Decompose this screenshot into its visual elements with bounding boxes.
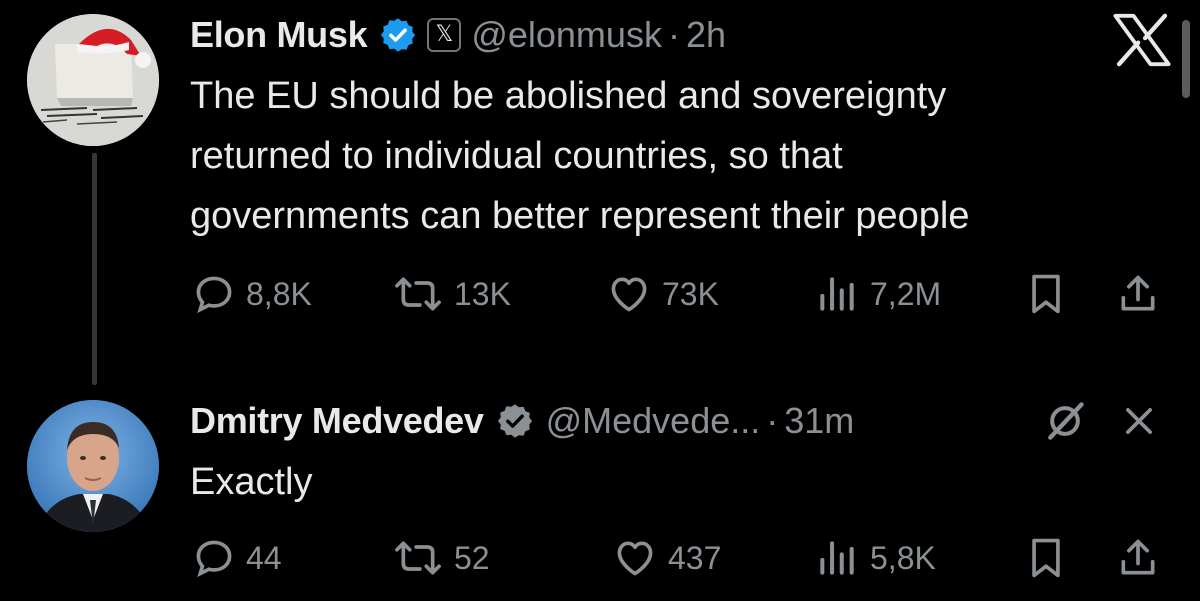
reply-icon — [196, 540, 232, 578]
grok-icon — [1048, 402, 1084, 440]
affiliate-x-badge: 𝕏 — [427, 18, 462, 52]
tweet-text-line: returned to individual countries, so tha… — [190, 135, 843, 177]
views-button[interactable]: 5,8K — [814, 536, 936, 580]
reply-button[interactable]: 8,8K — [192, 272, 312, 316]
views-count: 5,8K — [870, 539, 936, 576]
tweet-header: Elon Musk 𝕏 @elonmusk · 2h — [190, 14, 726, 56]
bookmark-button[interactable] — [1022, 270, 1070, 318]
close-button[interactable] — [1114, 396, 1164, 446]
author-handle[interactable]: @Medvede... — [546, 400, 761, 442]
views-icon — [820, 277, 854, 311]
share-button[interactable] — [1114, 534, 1162, 582]
reply-icon — [196, 276, 232, 314]
like-count: 73K — [662, 275, 719, 312]
repost-button[interactable]: 52 — [392, 536, 490, 580]
scrollbar[interactable] — [1182, 20, 1190, 98]
tweet-text-line: governments can better represent their p… — [190, 195, 970, 237]
author-name[interactable]: Elon Musk — [190, 14, 368, 56]
close-icon — [1126, 408, 1152, 434]
tweet-header: Dmitry Medvedev @Medvede... · 31m — [190, 400, 854, 442]
tweet-text-line: Exactly — [190, 461, 313, 503]
bookmark-button[interactable] — [1022, 534, 1070, 582]
repost-count: 52 — [454, 539, 490, 576]
author-name[interactable]: Dmitry Medvedev — [190, 400, 484, 442]
bookmark-icon — [1032, 274, 1060, 314]
verified-badge-icon — [379, 16, 417, 54]
repost-icon — [395, 541, 441, 575]
avatar-dmitry[interactable] — [27, 400, 159, 532]
like-icon — [611, 277, 647, 312]
grok-button[interactable] — [1040, 396, 1090, 446]
timestamp[interactable]: 31m — [784, 400, 854, 442]
x-logo-icon[interactable] — [1110, 8, 1174, 72]
repost-button[interactable]: 13K — [392, 272, 511, 316]
like-count: 437 — [668, 539, 722, 576]
views-button[interactable]: 7,2M — [814, 272, 941, 316]
timestamp[interactable]: 2h — [686, 14, 726, 56]
like-button[interactable]: 73K — [606, 272, 719, 316]
separator-dot: · — [766, 400, 779, 441]
tweet-body: Exactly — [190, 452, 312, 512]
repost-icon — [395, 277, 441, 311]
author-handle[interactable]: @elonmusk — [471, 14, 662, 56]
tweet-body: The EU should be abolished and sovereign… — [190, 66, 969, 246]
share-icon — [1121, 275, 1155, 311]
views-icon — [820, 541, 854, 575]
reply-count: 8,8K — [246, 275, 312, 312]
separator-dot: · — [667, 14, 680, 55]
share-button[interactable] — [1114, 270, 1162, 318]
share-icon — [1121, 539, 1155, 575]
reply-button[interactable]: 44 — [192, 536, 282, 580]
bookmark-icon — [1032, 538, 1060, 578]
reply-count: 44 — [246, 539, 282, 576]
like-icon — [617, 541, 653, 576]
views-count: 7,2M — [870, 275, 942, 312]
tweet-text-line: The EU should be abolished and sovereign… — [190, 75, 947, 117]
thread-connector — [92, 153, 97, 385]
repost-count: 13K — [454, 275, 511, 312]
avatar-elon[interactable] — [27, 14, 159, 146]
verified-badge-icon — [496, 402, 534, 440]
like-button[interactable]: 437 — [612, 536, 721, 580]
